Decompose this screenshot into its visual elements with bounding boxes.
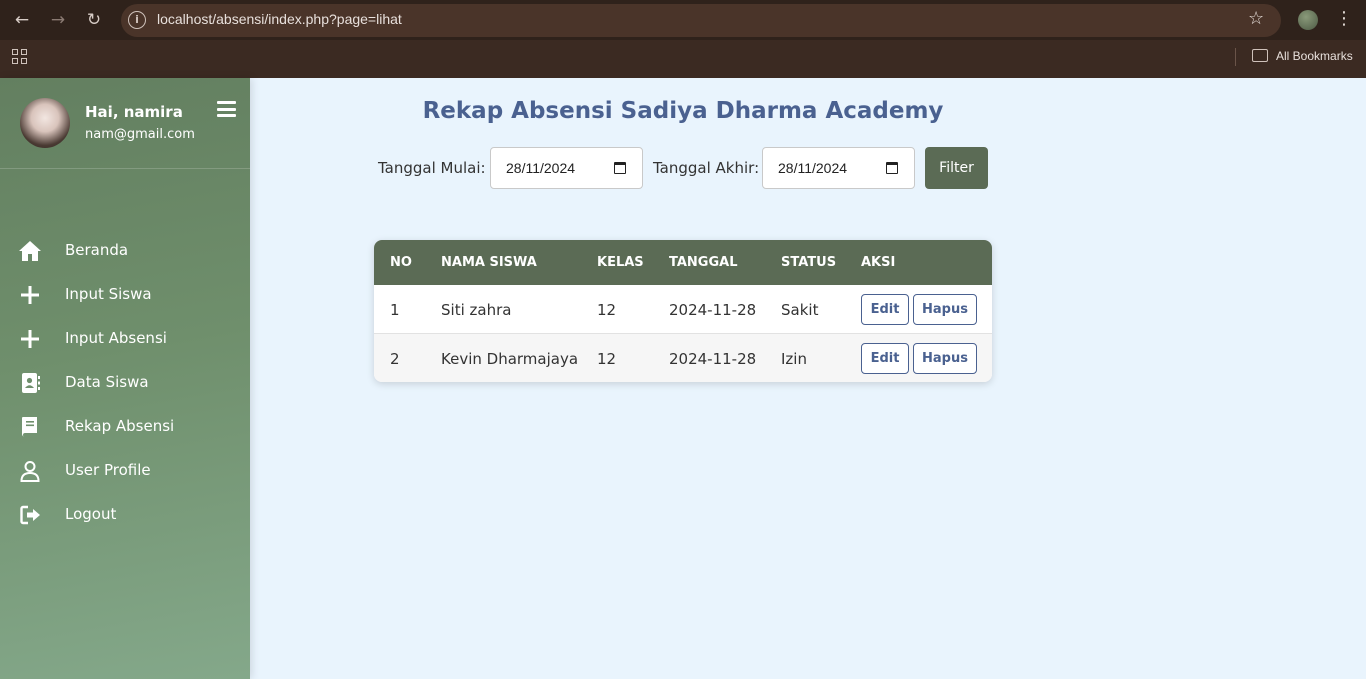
page-title: Rekap Absensi Sadiya Dharma Academy (422, 98, 944, 124)
sidebar-item-user-profile[interactable]: User Profile (0, 449, 250, 493)
edit-button[interactable]: Edit (861, 294, 909, 325)
column-header-status: STATUS (781, 255, 837, 270)
start-date-value: 28/11/2024 (506, 160, 576, 176)
cell-kelas: 12 (597, 350, 617, 368)
all-bookmarks-link[interactable]: All Bookmarks (1276, 49, 1353, 63)
cell-no: 2 (390, 350, 400, 368)
cell-status: Izin (781, 350, 807, 368)
table-header: NO NAMA SISWA KELAS TANGGAL STATUS AKSI (374, 240, 992, 285)
cell-kelas: 12 (597, 301, 617, 319)
filter-button[interactable]: Filter (925, 147, 988, 189)
bookmarks-divider (1235, 48, 1236, 66)
cell-nama: Kevin Dharmajaya (441, 350, 579, 368)
sidebar-item-input-siswa[interactable]: Input Siswa (0, 273, 250, 317)
end-date-label: Tanggal Akhir: (653, 159, 760, 177)
avatar (20, 98, 70, 148)
user-greeting: Hai, namira (85, 103, 183, 121)
cell-tanggal: 2024-11-28 (669, 350, 757, 368)
plus-icon (21, 286, 39, 304)
sidebar-menu: Beranda Input Siswa Input Absensi Data S… (0, 229, 250, 537)
back-icon[interactable]: ← (9, 8, 35, 32)
column-header-tanggal: TANGGAL (669, 255, 738, 270)
table-row: 2 Kevin Dharmajaya 12 2024-11-28 Izin Ed… (374, 334, 992, 382)
sidebar-profile: Hai, namira nam@gmail.com (0, 78, 250, 169)
sidebar-item-input-absensi[interactable]: Input Absensi (0, 317, 250, 361)
user-icon (20, 461, 40, 482)
attendance-table: NO NAMA SISWA KELAS TANGGAL STATUS AKSI … (374, 240, 992, 382)
delete-button[interactable]: Hapus (913, 294, 977, 325)
start-date-label: Tanggal Mulai: (378, 159, 486, 177)
edit-button[interactable]: Edit (861, 343, 909, 374)
end-date-input[interactable]: 28/11/2024 (762, 147, 915, 189)
bookmark-star-icon[interactable]: ☆ (1248, 8, 1264, 29)
folder-icon[interactable] (1252, 49, 1268, 62)
column-header-kelas: KELAS (597, 255, 644, 270)
user-email: nam@gmail.com (85, 127, 195, 142)
cell-no: 1 (390, 301, 400, 319)
start-date-input[interactable]: 28/11/2024 (490, 147, 643, 189)
reload-icon[interactable]: ↻ (81, 8, 107, 32)
delete-button[interactable]: Hapus (913, 343, 977, 374)
calendar-icon[interactable] (614, 162, 626, 174)
sidebar-item-label: Data Siswa (65, 373, 149, 391)
url-text[interactable]: localhost/absensi/index.php?page=lihat (157, 11, 402, 27)
column-header-nama: NAMA SISWA (441, 255, 537, 270)
end-date-value: 28/11/2024 (778, 160, 848, 176)
calendar-icon[interactable] (886, 162, 898, 174)
cell-status: Sakit (781, 301, 819, 319)
book-icon (22, 417, 37, 437)
table-row: 1 Siti zahra 12 2024-11-28 Sakit Edit Ha… (374, 285, 992, 334)
sidebar-item-label: Logout (65, 505, 117, 523)
address-book-icon (22, 373, 40, 393)
browser-chrome: ← → ↻ i localhost/absensi/index.php?page… (0, 0, 1366, 78)
sidebar-item-rekap-absensi[interactable]: Rekap Absensi (0, 405, 250, 449)
column-header-no: NO (390, 255, 412, 270)
plus-icon (21, 330, 39, 348)
home-icon (19, 241, 41, 261)
browser-profile-avatar[interactable] (1298, 10, 1318, 30)
forward-icon[interactable]: → (45, 8, 71, 32)
sidebar-item-label: Rekap Absensi (65, 417, 175, 435)
column-header-aksi: AKSI (861, 255, 896, 270)
sidebar-item-beranda[interactable]: Beranda (0, 229, 250, 273)
logout-icon (20, 505, 40, 525)
sidebar-item-label: User Profile (65, 461, 151, 479)
cell-nama: Siti zahra (441, 301, 512, 319)
sidebar: Hai, namira nam@gmail.com Beranda Input … (0, 78, 250, 679)
sidebar-item-label: Beranda (65, 241, 129, 259)
sidebar-item-data-siswa[interactable]: Data Siswa (0, 361, 250, 405)
browser-menu-icon[interactable]: ⋮ (1335, 8, 1353, 29)
sidebar-item-label: Input Siswa (65, 285, 152, 303)
cell-tanggal: 2024-11-28 (669, 301, 757, 319)
site-info-icon[interactable]: i (128, 11, 146, 29)
hamburger-menu-icon[interactable] (217, 101, 236, 117)
sidebar-item-logout[interactable]: Logout (0, 493, 250, 537)
sidebar-item-label: Input Absensi (65, 329, 167, 347)
apps-grid-icon[interactable] (12, 49, 28, 65)
